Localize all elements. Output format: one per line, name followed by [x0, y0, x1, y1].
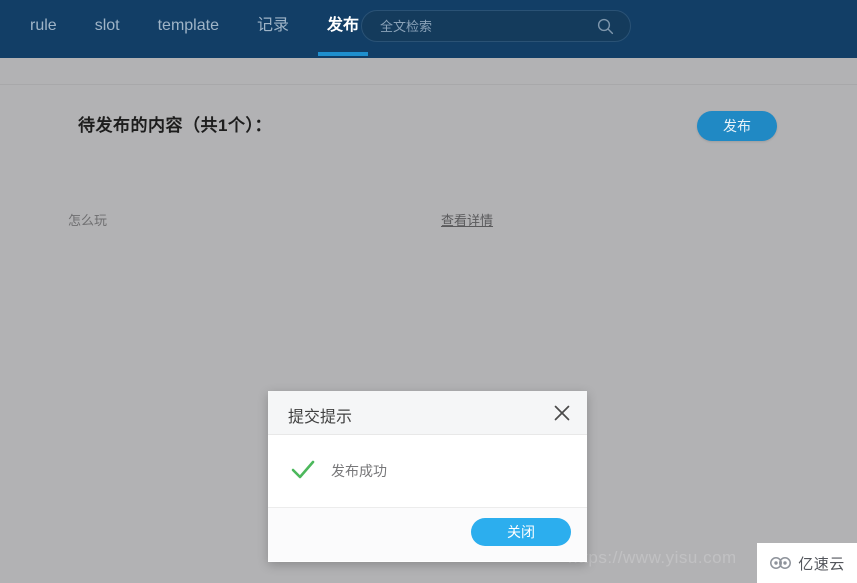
watermark-badge: 亿速云 — [757, 543, 857, 583]
nav-tab-template[interactable]: template — [146, 0, 231, 52]
close-icon[interactable] — [551, 402, 573, 424]
content-list-item: 怎么玩 查看详情 — [0, 210, 857, 234]
submit-result-dialog: 提交提示 发布成功 关闭 — [268, 391, 587, 562]
view-detail-link[interactable]: 查看详情 — [441, 210, 493, 229]
dialog-close-button[interactable]: 关闭 — [471, 518, 571, 546]
nav-tab-label: slot — [94, 17, 120, 34]
top-navigation-bar: rule slot template 记录 发布 — [0, 0, 857, 58]
search-icon[interactable] — [597, 18, 614, 35]
dialog-message: 发布成功 — [331, 463, 387, 479]
dialog-header: 提交提示 — [268, 391, 587, 435]
page-title: 待发布的内容（共1个）： — [78, 116, 272, 135]
nav-tab-label: rule — [30, 17, 57, 34]
content-item-name: 怎么玩 — [68, 213, 108, 228]
nav-tab-label: 记录 — [256, 17, 289, 34]
cloud-logo-icon — [769, 555, 793, 571]
watermark-label: 亿速云 — [798, 555, 845, 573]
nav-tab-rule[interactable]: rule — [18, 0, 69, 52]
publish-button[interactable]: 发布 — [697, 111, 777, 141]
check-icon — [290, 457, 316, 483]
nav-tab-label: template — [157, 17, 219, 34]
dialog-body: 发布成功 — [268, 435, 587, 507]
nav-tab-records[interactable]: 记录 — [245, 0, 301, 52]
active-tab-underline — [317, 52, 368, 56]
dialog-footer: 关闭 — [268, 507, 587, 561]
background-watermark-text: https://www.yisu.com — [568, 548, 737, 567]
nav-tab-slot[interactable]: slot — [83, 0, 132, 52]
search-input[interactable] — [378, 11, 592, 43]
content-divider — [0, 84, 857, 85]
dialog-title: 提交提示 — [288, 409, 353, 426]
search-box[interactable] — [361, 10, 631, 43]
nav-tab-label: 发布 — [326, 17, 359, 34]
